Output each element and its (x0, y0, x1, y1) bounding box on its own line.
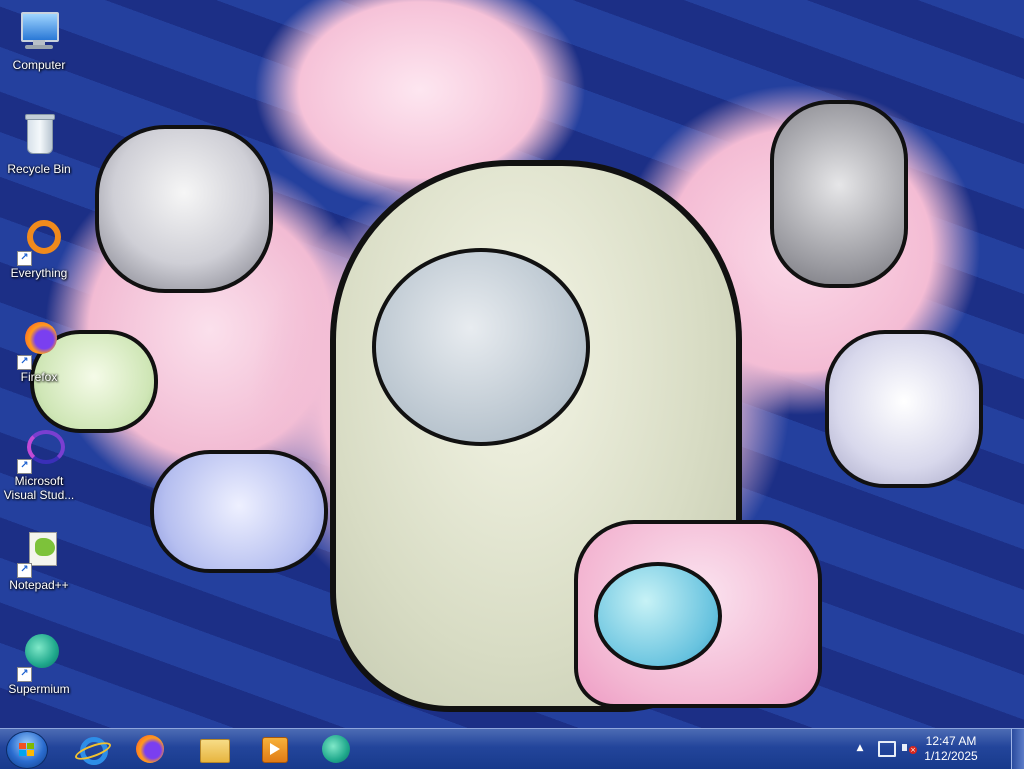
desktop-icon-label: Notepad++ (9, 578, 69, 592)
network-icon[interactable] (878, 741, 896, 757)
wallpaper-grey-bear (770, 100, 908, 288)
firefox-icon: ↗ (15, 320, 63, 370)
taskbar: ▲ × 12:47 AM 1/12/2025 (0, 728, 1024, 769)
show-desktop-button[interactable] (1011, 729, 1024, 769)
supermium-icon: ↗ (15, 632, 63, 682)
shortcut-arrow-icon: ↗ (17, 667, 32, 682)
visual-studio-icon: ↗ (15, 424, 65, 474)
wallpaper-black-bunny-left (95, 125, 273, 293)
wallpaper-astronaut-visor (372, 248, 590, 446)
desktop-wallpaper[interactable]: Computer Recycle Bin ↗ Everything ↗ Fire… (0, 0, 1024, 728)
taskbar-internet-explorer[interactable] (62, 731, 118, 767)
desktop-icon-computer[interactable]: Computer (0, 8, 78, 72)
taskbar-firefox[interactable] (122, 731, 178, 767)
shortcut-arrow-icon: ↗ (17, 563, 32, 578)
wallpaper-cat-visor (594, 562, 722, 670)
desktop-icon-supermium[interactable]: ↗ Supermium (0, 632, 78, 696)
system-tray: ▲ × 12:47 AM 1/12/2025 (854, 729, 1024, 769)
clock[interactable]: 12:47 AM 1/12/2025 (906, 734, 996, 764)
taskbar-supermium[interactable] (308, 731, 364, 767)
desktop-icon-label: Firefox (20, 370, 58, 384)
recycle-bin-icon (15, 112, 63, 160)
taskbar-media-player[interactable] (246, 731, 302, 767)
desktop-icon-label: Supermium (8, 682, 70, 696)
shortcut-arrow-icon: ↗ (17, 459, 32, 474)
play-icon (270, 743, 280, 755)
shortcut-arrow-icon: ↗ (17, 251, 32, 266)
taskbar-file-explorer[interactable] (186, 731, 242, 767)
desktop-icon-everything[interactable]: ↗ Everything (0, 216, 78, 280)
everything-search-icon: ↗ (15, 216, 63, 266)
wallpaper-black-bunny-right (825, 330, 983, 488)
desktop-icon-label: Everything (10, 266, 68, 280)
desktop-icon-notepadpp[interactable]: ↗ Notepad++ (0, 528, 78, 592)
start-button[interactable] (6, 731, 48, 769)
supermium-icon (322, 735, 350, 763)
firefox-icon (136, 735, 164, 763)
desktop-icon-visual-studio[interactable]: ↗ Microsoft Visual Stud... (0, 424, 78, 502)
desktop-icon-label: Computer (12, 58, 66, 72)
desktop-icon-label: Microsoft Visual Stud... (3, 474, 75, 502)
shortcut-arrow-icon: ↗ (17, 355, 32, 370)
windows-start-icon (19, 743, 35, 757)
show-hidden-icons-button[interactable]: ▲ (854, 741, 866, 755)
folder-icon (200, 739, 230, 763)
desktop-icon-recycle-bin[interactable]: Recycle Bin (0, 112, 78, 176)
wallpaper-blue-bear (150, 450, 328, 573)
computer-icon (15, 8, 63, 56)
desktop-icon-firefox[interactable]: ↗ Firefox (0, 320, 78, 384)
clock-date: 1/12/2025 (924, 749, 978, 763)
desktop-icon-label: Recycle Bin (7, 162, 71, 176)
clock-time: 12:47 AM (925, 734, 977, 748)
notepadpp-icon: ↗ (15, 528, 63, 578)
